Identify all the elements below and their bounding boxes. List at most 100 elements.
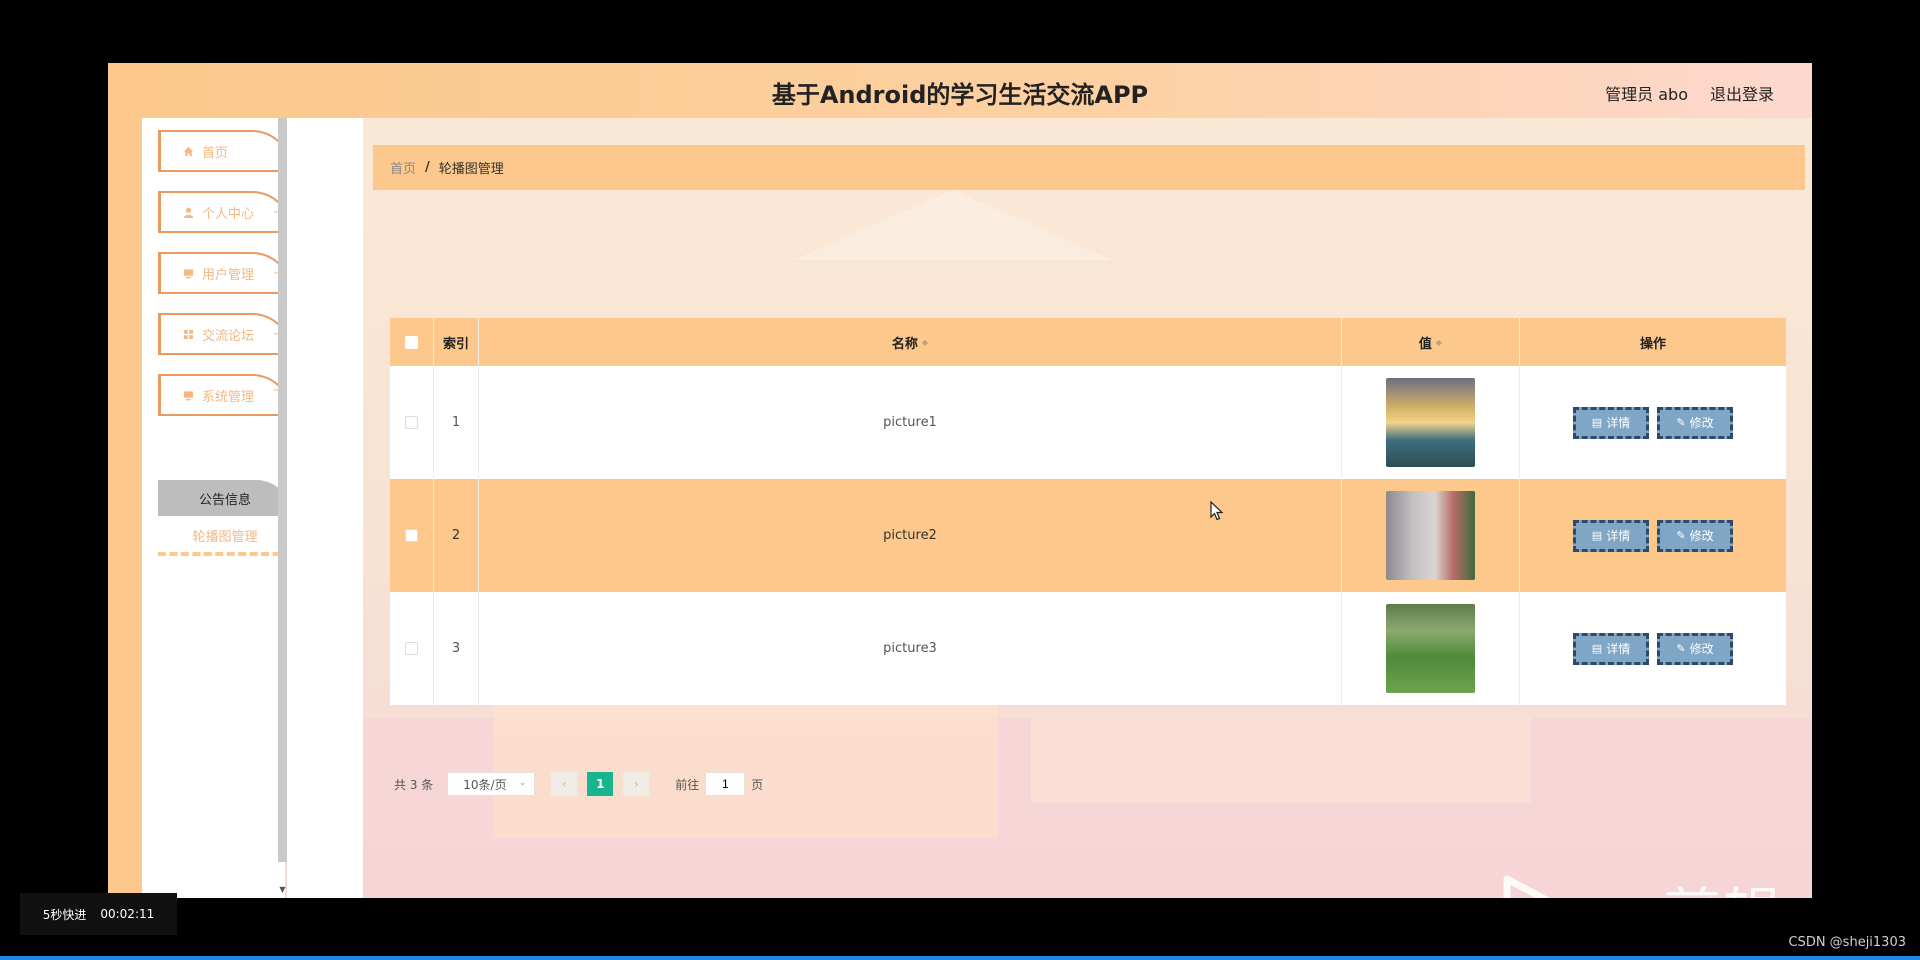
- sidebar-item-personal-center[interactable]: 个人中心 ⌄: [158, 191, 292, 233]
- sidebar-item-label: 首页: [202, 145, 229, 161]
- row-name: picture3: [479, 592, 1342, 705]
- row-value: [1342, 479, 1520, 592]
- goto-page-input[interactable]: [705, 772, 746, 796]
- carousel-thumbnail[interactable]: [1386, 491, 1475, 580]
- sort-icon[interactable]: ◆: [922, 338, 928, 347]
- sort-icon[interactable]: ◆: [1436, 338, 1442, 347]
- background-block: [1031, 718, 1531, 803]
- app-title: 基于Android的学习生活交流APP: [771, 81, 1149, 109]
- scroll-down-arrow-icon[interactable]: ▼: [278, 885, 287, 895]
- header-value-label: 值: [1418, 336, 1432, 352]
- sidebar-item-user-management[interactable]: 用户管理 ⌄: [158, 252, 292, 294]
- row-checkbox-cell: [390, 366, 434, 479]
- row-value: [1342, 592, 1520, 705]
- document-icon: ▤: [1591, 416, 1603, 429]
- sidebar-gutter: [287, 118, 363, 898]
- sidebar-item-label: 用户管理: [202, 267, 255, 283]
- row-ops: ▤ 详情 ✎ 修改: [1520, 366, 1786, 479]
- row-checkbox[interactable]: [405, 416, 418, 429]
- sidebar-scrollbar[interactable]: [278, 118, 287, 862]
- page-number-button[interactable]: 1: [587, 772, 614, 796]
- page-size-select[interactable]: 10条/页 ⌄: [447, 772, 536, 796]
- edit-button[interactable]: ✎ 修改: [1657, 519, 1733, 552]
- breadcrumb-current: 轮播图管理: [438, 162, 504, 177]
- watermark-text: ev剪辑: [1589, 868, 1783, 898]
- select-all-checkbox[interactable]: [405, 335, 418, 349]
- header-checkbox-cell: [390, 318, 434, 366]
- detail-button-label: 详情: [1606, 642, 1631, 656]
- header-ops: 操作: [1639, 336, 1666, 352]
- row-index: 1: [434, 366, 479, 479]
- edit-button-label: 修改: [1689, 642, 1714, 656]
- table-row: 3 picture3 ▤ 详情 ✎ 修改: [390, 592, 1786, 705]
- pencil-icon: ✎: [1676, 642, 1686, 655]
- carousel-thumbnail[interactable]: [1386, 378, 1475, 467]
- detail-button-label: 详情: [1606, 416, 1631, 430]
- page-unit-label: 页: [751, 777, 764, 792]
- monitor-icon: [183, 390, 194, 400]
- data-table: 索引 名称 ◆ 值 ◆ 操作 1 picture1 ▤ 详情 ✎ 修改 2 pi…: [390, 318, 1786, 705]
- sidebar-subitem-carousel-management[interactable]: 轮播图管理: [158, 518, 292, 556]
- user-area: 管理员 abo 退出登录: [1605, 81, 1774, 105]
- row-checkbox[interactable]: [405, 529, 418, 542]
- sidebar-subitem-notices[interactable]: 公告信息: [158, 480, 292, 516]
- fast-forward-label: 5秒快进: [42, 907, 87, 922]
- video-timestamp: 00:02:11: [100, 907, 155, 921]
- admin-user-label: 管理员 abo: [1605, 85, 1688, 104]
- user-icon: [183, 207, 194, 218]
- row-checkbox-cell: [390, 592, 434, 705]
- header-index: 索引: [434, 318, 479, 366]
- play-logo-icon: [1503, 875, 1550, 898]
- row-checkbox[interactable]: [405, 642, 418, 655]
- pencil-icon: ✎: [1676, 416, 1686, 429]
- detail-button-label: 详情: [1606, 529, 1631, 543]
- detail-button[interactable]: ▤ 详情: [1573, 406, 1649, 439]
- detail-button[interactable]: ▤ 详情: [1573, 519, 1649, 552]
- table-row: 1 picture1 ▤ 详情 ✎ 修改: [390, 366, 1786, 479]
- breadcrumb-separator: /: [425, 160, 430, 175]
- sidebar-item-label: 个人中心: [202, 206, 255, 222]
- pencil-icon: ✎: [1676, 529, 1686, 542]
- header-name[interactable]: 名称 ◆: [479, 318, 1342, 366]
- sidebar-item-home[interactable]: 首页: [158, 130, 292, 172]
- chevron-down-icon: ⌄: [518, 778, 527, 788]
- main-content: 首页 / 轮播图管理 索引 名称 ◆ 值 ◆ 操作 1 picture1 ▤ 详…: [363, 118, 1812, 898]
- left-stripe: [108, 118, 142, 898]
- video-progress-bar[interactable]: [0, 956, 1920, 960]
- app-window: 基于Android的学习生活交流APP 管理员 abo 退出登录 首页 个人中心…: [108, 63, 1812, 898]
- breadcrumb-home[interactable]: 首页: [390, 158, 416, 177]
- credit-text: CSDN @sheji1303: [1788, 935, 1906, 950]
- pagination-total: 共 3 条: [394, 777, 434, 792]
- sidebar-item-label: 交流论坛: [202, 328, 255, 344]
- pagination: 共 3 条 10条/页 ⌄ ‹ 1 › 前往 页: [394, 772, 763, 796]
- next-page-button[interactable]: ›: [623, 772, 650, 796]
- breadcrumb: 首页 / 轮播图管理: [373, 145, 1805, 190]
- edit-button[interactable]: ✎ 修改: [1657, 632, 1733, 665]
- edit-button[interactable]: ✎ 修改: [1657, 406, 1733, 439]
- row-checkbox-cell: [390, 479, 434, 592]
- home-icon: [183, 146, 194, 156]
- header-name-label: 名称: [891, 336, 918, 352]
- header-value[interactable]: 值 ◆: [1342, 318, 1520, 366]
- row-ops: ▤ 详情 ✎ 修改: [1520, 479, 1786, 592]
- sidebar: 首页 个人中心 ⌄ 用户管理 ⌄ 交流论坛 ⌄ 系统管理 ⌃ 公告信息 轮播图管…: [142, 118, 292, 898]
- video-overlay-badge: 5秒快进 00:02:11: [20, 893, 177, 935]
- goto-label: 前往: [675, 777, 700, 792]
- row-name: picture2: [479, 479, 1342, 592]
- logout-link[interactable]: 退出登录: [1710, 81, 1774, 105]
- carousel-thumbnail[interactable]: [1386, 604, 1475, 693]
- background-triangle: [793, 190, 1113, 260]
- prev-page-button[interactable]: ‹: [551, 772, 578, 796]
- document-icon: ▤: [1591, 529, 1603, 542]
- mouse-cursor-icon: [1210, 501, 1224, 521]
- row-value: [1342, 366, 1520, 479]
- row-index: 2: [434, 479, 479, 592]
- row-ops: ▤ 详情 ✎ 修改: [1520, 592, 1786, 705]
- sidebar-item-forum[interactable]: 交流论坛 ⌄: [158, 313, 292, 355]
- screen: 基于Android的学习生活交流APP 管理员 abo 退出登录 首页 个人中心…: [0, 0, 1920, 960]
- detail-button[interactable]: ▤ 详情: [1573, 632, 1649, 665]
- document-icon: ▤: [1591, 642, 1603, 655]
- ev-watermark: ev剪辑: [1501, 868, 1783, 898]
- monitor-icon: [183, 268, 194, 278]
- sidebar-item-system-management[interactable]: 系统管理 ⌃: [158, 374, 292, 416]
